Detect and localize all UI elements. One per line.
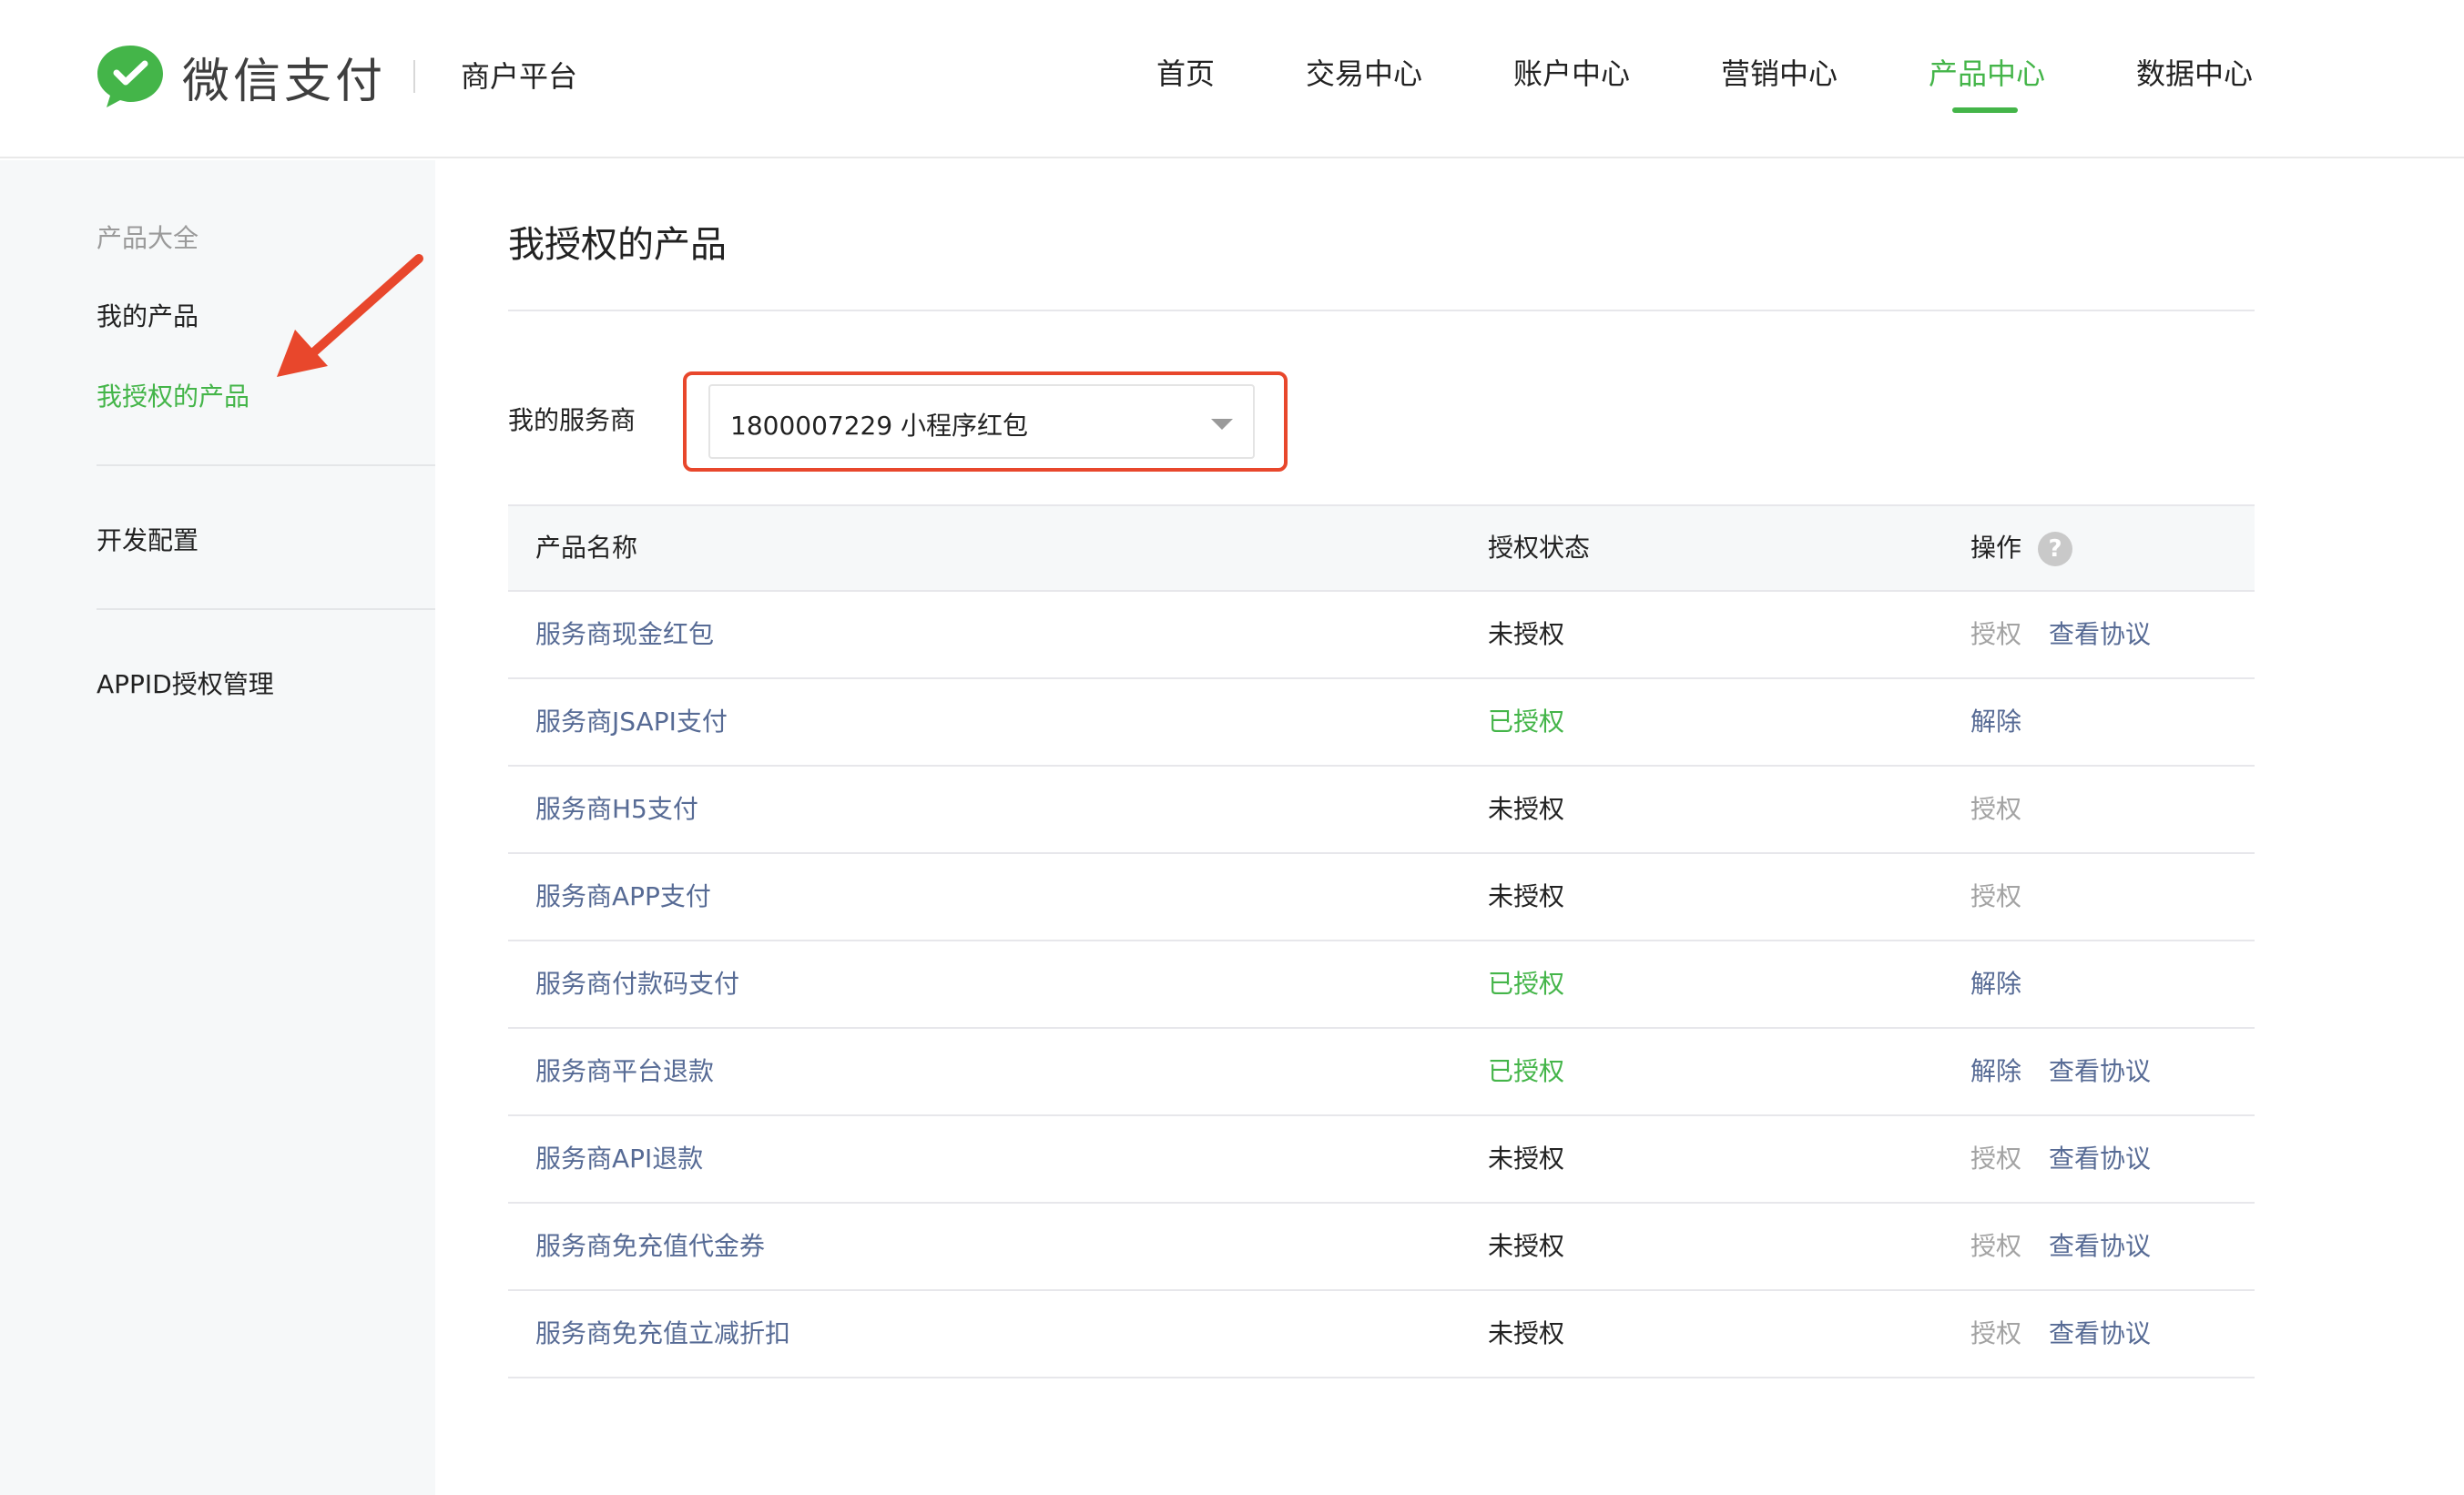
view-agreement-link[interactable]: 查看协议	[2049, 1204, 2151, 1289]
main-content: 我授权的产品 我的服务商 1800007229 小程序红包 产品名称 授权状态 …	[435, 160, 2464, 1495]
table-row: 服务商平台退款 已授权 解除 查看协议	[508, 1029, 2255, 1116]
sidebar-divider	[97, 608, 435, 610]
table-row: 服务商免充值立减折扣 未授权 授权 查看协议	[508, 1291, 2255, 1378]
table-row: 服务商付款码支付 已授权 解除	[508, 941, 2255, 1029]
sidebar-item-my-products[interactable]: 我的产品	[97, 297, 199, 333]
product-name-link[interactable]: 服务商H5支付	[535, 767, 698, 852]
products-table: 产品名称 授权状态 操作 ? 服务商现金红包 未授权 授权 查看协议 服务商JS…	[508, 504, 2255, 1378]
title-divider	[508, 310, 2255, 311]
nav-data[interactable]: 数据中心	[2136, 49, 2253, 98]
authorize-button[interactable]: 授权	[1970, 1116, 2021, 1202]
auth-status: 已授权	[1488, 969, 1565, 999]
view-agreement-link[interactable]: 查看协议	[2049, 1116, 2151, 1202]
nav-active-indicator	[1952, 107, 2018, 113]
table-header: 产品名称 授权状态 操作 ?	[508, 504, 2255, 592]
auth-status: 未授权	[1488, 794, 1565, 824]
header-action: 操作	[1970, 533, 2022, 563]
top-header: 微信支付 商户平台 首页 交易中心 账户中心 营销中心 产品中心 数据中心	[0, 0, 2464, 158]
sidebar-item-dev-config[interactable]: 开发配置	[97, 521, 199, 557]
nav-products[interactable]: 产品中心	[1929, 49, 2045, 98]
auth-status: 已授权	[1488, 707, 1565, 737]
auth-status: 未授权	[1488, 619, 1565, 649]
help-icon[interactable]: ?	[2038, 532, 2072, 566]
table-row: 服务商API退款 未授权 授权 查看协议	[508, 1116, 2255, 1204]
provider-filter-label: 我的服务商	[508, 405, 636, 435]
table-row: 服务商免充值代金券 未授权 授权 查看协议	[508, 1204, 2255, 1291]
table-row: 服务商H5支付 未授权 授权	[508, 767, 2255, 854]
sidebar-divider	[97, 464, 435, 466]
sidebar-item-authorized-products[interactable]: 我授权的产品	[97, 377, 249, 413]
view-agreement-link[interactable]: 查看协议	[2049, 1029, 2151, 1114]
product-name-link[interactable]: 服务商免充值代金券	[535, 1204, 765, 1289]
provider-select-value: 1800007229 小程序红包	[730, 411, 1029, 441]
product-name-link[interactable]: 服务商免充值立减折扣	[535, 1291, 790, 1377]
authorize-button[interactable]: 授权	[1970, 592, 2021, 677]
nav-account[interactable]: 账户中心	[1513, 49, 1630, 98]
auth-status: 已授权	[1488, 1056, 1565, 1086]
annotation-arrow-icon	[277, 254, 423, 377]
sidebar-item-appid[interactable]: APPID授权管理	[97, 665, 274, 701]
logo-separator	[413, 60, 415, 93]
revoke-button[interactable]: 解除	[1970, 679, 2021, 765]
authorize-button[interactable]: 授权	[1970, 1291, 2021, 1377]
provider-select[interactable]: 1800007229 小程序红包	[708, 384, 1255, 459]
authorize-button[interactable]: 授权	[1970, 767, 2021, 852]
product-name-link[interactable]: 服务商现金红包	[535, 592, 714, 677]
product-name-link[interactable]: 服务商API退款	[535, 1116, 703, 1202]
page-title: 我授权的产品	[508, 224, 727, 266]
wechat-pay-logo-icon	[97, 46, 163, 107]
auth-status: 未授权	[1488, 1231, 1565, 1261]
product-name-link[interactable]: 服务商付款码支付	[535, 941, 739, 1027]
revoke-button[interactable]: 解除	[1970, 1029, 2021, 1114]
revoke-button[interactable]: 解除	[1970, 941, 2021, 1027]
auth-status: 未授权	[1488, 1318, 1565, 1348]
platform-name: 商户平台	[461, 59, 578, 94]
table-row: 服务商现金红包 未授权 授权 查看协议	[508, 592, 2255, 679]
brand-name: 微信支付	[182, 54, 387, 109]
view-agreement-link[interactable]: 查看协议	[2049, 1291, 2151, 1377]
auth-status: 未授权	[1488, 881, 1565, 911]
nav-marketing[interactable]: 营销中心	[1721, 49, 1838, 98]
product-name-link[interactable]: 服务商APP支付	[535, 854, 711, 940]
sidebar-group-title: 产品大全	[97, 223, 199, 253]
table-row: 服务商JSAPI支付 已授权 解除	[508, 679, 2255, 767]
view-agreement-link[interactable]: 查看协议	[2049, 592, 2151, 677]
nav-transactions[interactable]: 交易中心	[1306, 49, 1422, 98]
product-name-link[interactable]: 服务商平台退款	[535, 1029, 714, 1114]
authorize-button[interactable]: 授权	[1970, 854, 2021, 940]
auth-status: 未授权	[1488, 1144, 1565, 1174]
product-name-link[interactable]: 服务商JSAPI支付	[535, 679, 728, 765]
authorize-button[interactable]: 授权	[1970, 1204, 2021, 1289]
nav-home[interactable]: 首页	[1156, 49, 1215, 98]
header-product-name: 产品名称	[535, 533, 638, 563]
table-row: 服务商APP支付 未授权 授权	[508, 854, 2255, 941]
caret-down-icon	[1211, 419, 1233, 430]
wechat-pay-logo[interactable]: 微信支付	[95, 40, 386, 113]
header-auth-status: 授权状态	[1488, 533, 1591, 563]
